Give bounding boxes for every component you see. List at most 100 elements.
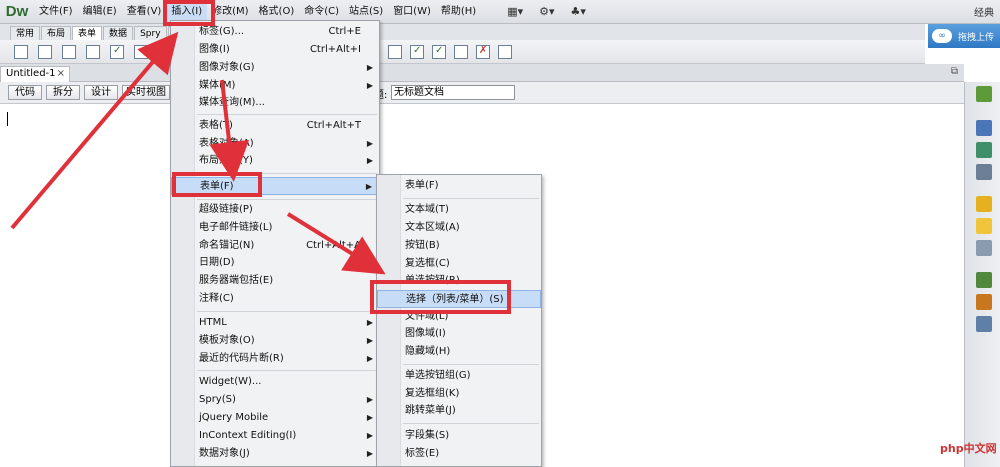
- upload-button-label: 拖拽上传: [958, 32, 995, 43]
- insert-panel-tabs: 常用 布局 表单 数据 Spry jQ: [0, 24, 925, 40]
- tab-data[interactable]: 数据: [103, 26, 134, 40]
- menu-edit[interactable]: 编辑(E): [78, 0, 122, 24]
- submenu-item-text-field[interactable]: 文本域(T): [377, 201, 541, 219]
- ap-elements-icon[interactable]: [976, 164, 992, 180]
- code-view-button[interactable]: 代码: [8, 85, 42, 100]
- behaviors-icon[interactable]: [976, 218, 992, 234]
- spry-validation-icon[interactable]: [388, 45, 402, 59]
- menu-item-table-objects[interactable]: 表格对象(A) ▶: [171, 135, 379, 153]
- split-view-button[interactable]: 拆分: [46, 85, 80, 100]
- submenu-item-button[interactable]: 按钮(B): [377, 237, 541, 255]
- snippets-icon[interactable]: [976, 240, 992, 256]
- textarea-icon[interactable]: [86, 45, 100, 59]
- insert-menu: 标签(G)... Ctrl+E 图像(I) Ctrl+Alt+I 图像对象(G) ▶ …: [170, 20, 380, 467]
- menu-help[interactable]: 帮助(H): [436, 0, 481, 24]
- menu-item-named-anchor[interactable]: 命名锚记(N) Ctrl+Alt+A: [171, 237, 379, 255]
- insert-panel-icon[interactable]: [976, 120, 992, 136]
- radio-group-icon[interactable]: [154, 45, 168, 59]
- restore-window-icon[interactable]: ⧉: [951, 66, 958, 77]
- menu-separator: [403, 423, 539, 424]
- submenu-item-checkbox[interactable]: 复选框(C): [377, 255, 541, 273]
- menu-item-template-objects[interactable]: 模板对象(O) ▶: [171, 332, 379, 350]
- form-icon[interactable]: [14, 45, 28, 59]
- radio-icon[interactable]: [134, 45, 148, 59]
- document-toolbar: 代码 拆分 设计 实时视图 标题: 无标题文档: [0, 82, 964, 104]
- chevron-right-icon: ▶: [366, 354, 373, 363]
- tab-forms[interactable]: 表单: [72, 26, 103, 40]
- menu-item-email-link[interactable]: 电子邮件链接(L): [171, 219, 379, 237]
- gear-icon[interactable]: ⚙▾: [539, 5, 554, 18]
- menu-item-incontext-editing[interactable]: InContext Editing(I) ▶: [171, 427, 379, 445]
- databases-icon[interactable]: [976, 294, 992, 310]
- layout-icon[interactable]: ▦▾: [507, 5, 523, 18]
- spry-checkbox-icon[interactable]: [410, 45, 424, 59]
- tab-common[interactable]: 常用: [10, 26, 41, 40]
- menu-file[interactable]: 文件(F): [34, 0, 78, 24]
- insert-icon-bar: [0, 40, 925, 64]
- title-input[interactable]: 无标题文档: [391, 85, 515, 100]
- submenu-item-label[interactable]: 标签(E): [377, 445, 541, 463]
- upload-button[interactable]: ∞ 拖拽上传: [928, 24, 1000, 48]
- chevron-right-icon: ▶: [366, 139, 373, 148]
- spry-select-icon[interactable]: [432, 45, 446, 59]
- checkbox-icon[interactable]: [110, 45, 124, 59]
- menu-item-spry[interactable]: Spry(S) ▶: [171, 391, 379, 409]
- submenu-item-hidden-field[interactable]: 隐藏域(H): [377, 343, 541, 361]
- files-icon[interactable]: [976, 272, 992, 288]
- menu-item-server-include[interactable]: 服务器端包括(E): [171, 272, 379, 290]
- submenu-item-radio-group[interactable]: 单选按钮组(G): [377, 367, 541, 385]
- workspace-label[interactable]: 经典: [974, 4, 994, 19]
- annotation-box-form-item: [172, 172, 262, 197]
- menu-item-date[interactable]: 日期(D): [171, 254, 379, 272]
- css-panel-icon[interactable]: [976, 142, 992, 158]
- close-icon[interactable]: ×: [57, 67, 65, 81]
- menu-item-hyperlink[interactable]: 超级链接(P): [171, 201, 379, 219]
- text-cursor: [7, 112, 8, 126]
- submenu-item-checkbox-group[interactable]: 复选框组(K): [377, 385, 541, 403]
- menu-item-media-query[interactable]: 媒体查询(M)...: [171, 94, 379, 112]
- submenu-item-image-field[interactable]: 图像域(I): [377, 325, 541, 343]
- spry-confirm-icon[interactable]: [476, 45, 490, 59]
- text-field-icon[interactable]: [38, 45, 52, 59]
- spry-radio-icon[interactable]: [498, 45, 512, 59]
- tab-layout[interactable]: 布局: [41, 26, 72, 40]
- submenu-item-jump-menu[interactable]: 跳转菜单(J): [377, 402, 541, 420]
- menu-item-html[interactable]: HTML ▶: [171, 314, 379, 332]
- assets-icon[interactable]: [976, 196, 992, 212]
- tab-spry[interactable]: Spry: [134, 26, 167, 40]
- menu-item-comment[interactable]: 注释(C): [171, 290, 379, 308]
- cloud-icon: ∞: [932, 29, 952, 43]
- menu-item-image[interactable]: 图像(I) Ctrl+Alt+I: [171, 41, 379, 59]
- menu-item-table[interactable]: 表格(T) Ctrl+Alt+T: [171, 117, 379, 135]
- spry-password-icon[interactable]: [454, 45, 468, 59]
- design-view-button[interactable]: 设计: [84, 85, 118, 100]
- menu-item-media[interactable]: 媒体(M) ▶: [171, 77, 379, 95]
- bindings-icon[interactable]: [976, 316, 992, 332]
- menu-item-image-objects[interactable]: 图像对象(G) ▶: [171, 59, 379, 77]
- menu-item-recent-snippets[interactable]: 最近的代码片断(R) ▶: [171, 350, 379, 368]
- submenu-item-form[interactable]: 表单(F): [377, 177, 541, 195]
- live-view-button[interactable]: 实时视图: [122, 85, 170, 100]
- right-panel-dock: [964, 82, 1000, 467]
- document-tab-label: Untitled-1: [6, 68, 56, 79]
- menu-item-jquery-mobile[interactable]: jQuery Mobile ▶: [171, 409, 379, 427]
- chevron-right-icon: ▶: [366, 81, 373, 90]
- chevron-right-icon: ▶: [366, 413, 373, 422]
- submenu-item-textarea[interactable]: 文本区域(A): [377, 219, 541, 237]
- menu-item-widget[interactable]: Widget(W)...: [171, 373, 379, 391]
- excel-icon[interactable]: [976, 86, 992, 102]
- menu-item-data-objects[interactable]: 数据对象(J) ▶: [171, 445, 379, 463]
- menu-window[interactable]: 窗口(W): [388, 0, 436, 24]
- menu-separator: [197, 311, 377, 312]
- document-tab[interactable]: Untitled-1 ×: [0, 66, 70, 82]
- form-submenu: 表单(F) 文本域(T) 文本区域(A) 按钮(B) 复选框(C) 单选按钮(R…: [376, 174, 542, 467]
- menu-separator: [403, 198, 539, 199]
- menu-view[interactable]: 查看(V): [122, 0, 167, 24]
- chevron-right-icon: ▶: [366, 336, 373, 345]
- hidden-field-icon[interactable]: [62, 45, 76, 59]
- site-icon[interactable]: ♣▾: [571, 5, 586, 18]
- menu-item-layout-objects[interactable]: 布局对象(Y) ▶: [171, 152, 379, 170]
- watermark-logo: php中文网: [940, 442, 997, 455]
- chevron-right-icon: ▶: [366, 156, 373, 165]
- submenu-item-fieldset[interactable]: 字段集(S): [377, 427, 541, 445]
